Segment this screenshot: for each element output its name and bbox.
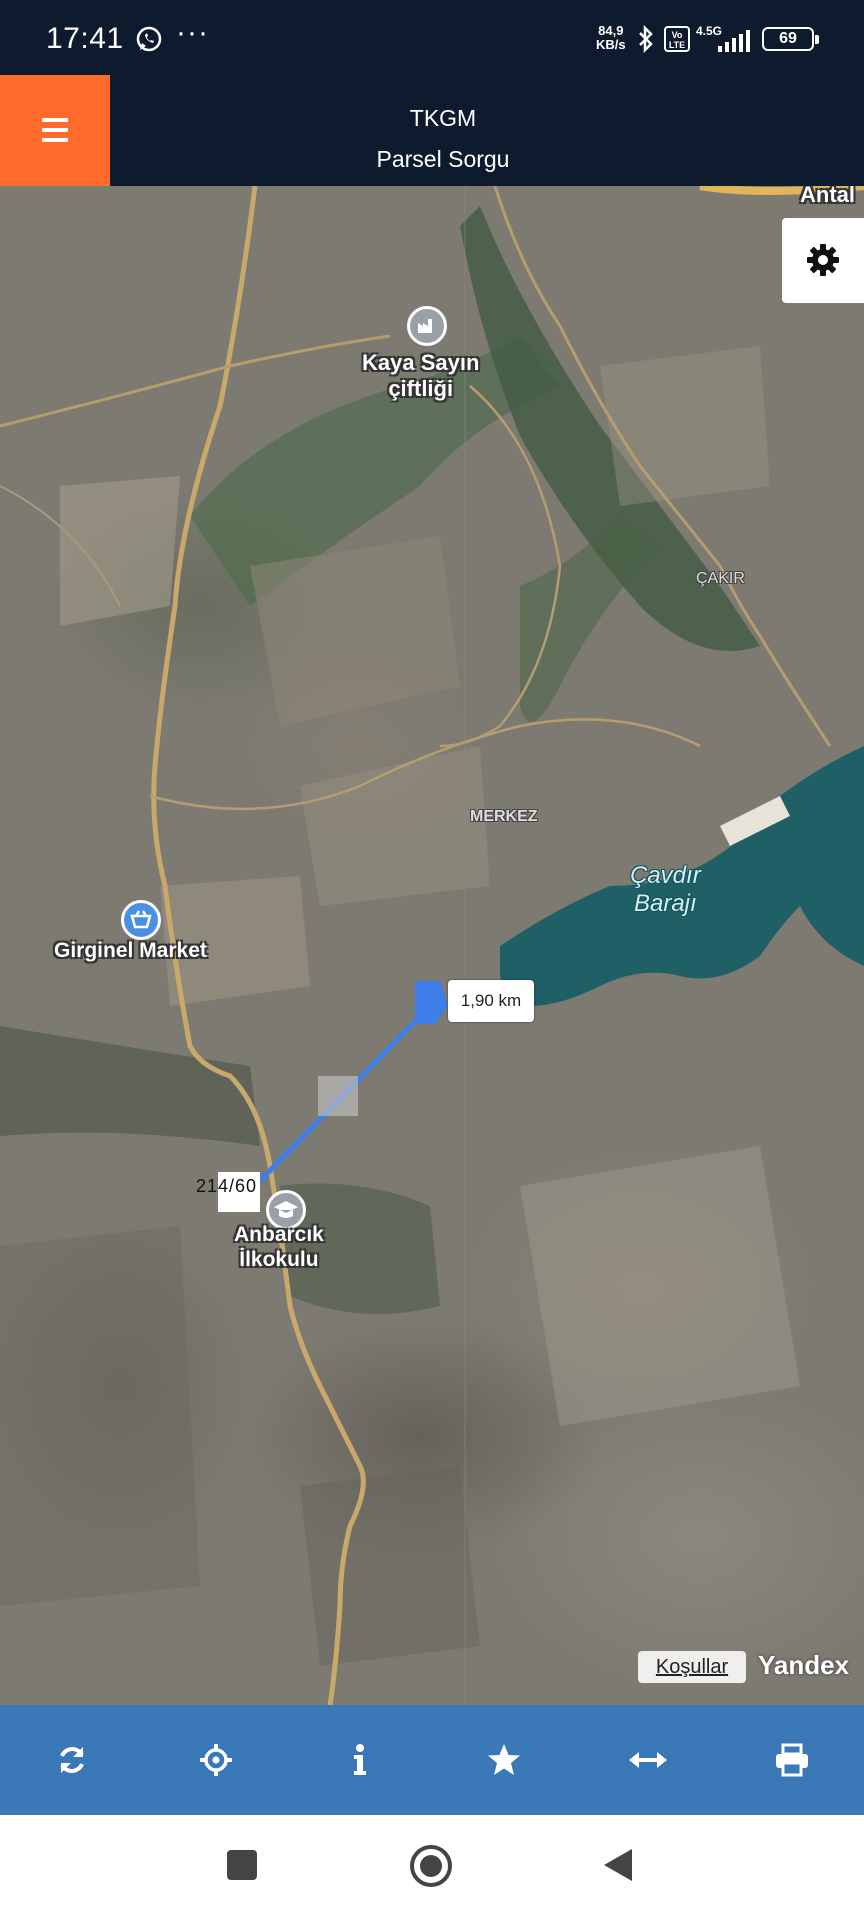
label-farm: Kaya Sayın çiftliği <box>362 350 480 401</box>
label-dam: Çavdır Barajı <box>630 862 701 917</box>
label-antal: Antal <box>800 186 855 207</box>
locate-icon <box>200 1744 232 1776</box>
label-school: Anbarcık İlkokulu <box>234 1223 324 1271</box>
back-icon[interactable] <box>602 1847 634 1883</box>
refresh-button[interactable] <box>0 1705 144 1815</box>
signal-icon <box>718 30 750 52</box>
distance-label: 1,90 km <box>448 980 534 1022</box>
measure-icon <box>629 1752 667 1768</box>
terms-link[interactable]: Koşullar <box>638 1651 746 1683</box>
recents-icon[interactable] <box>226 1849 258 1881</box>
parcel-number: 214/60 <box>196 1176 258 1196</box>
favorite-button[interactable] <box>432 1705 576 1815</box>
locate-button[interactable] <box>144 1705 288 1815</box>
label-merkez: MERKEZ <box>470 808 538 825</box>
label-cakir: ÇAKIR <box>696 570 745 587</box>
yandex-logo: Yandex <box>758 1650 850 1680</box>
gear-icon <box>807 244 839 276</box>
bottom-toolbar <box>0 1705 864 1815</box>
header-titles: TKGM Parsel Sorgu <box>110 75 776 186</box>
info-icon <box>354 1744 366 1775</box>
map-view[interactable]: Kaya Sayın çiftliği ÇAKIR MERKEZ Çavdır … <box>0 186 864 1705</box>
hamburger-icon <box>42 118 68 142</box>
label-market: Girginel Market <box>54 939 207 962</box>
system-nav-bar <box>0 1815 864 1920</box>
page-subtitle: Parsel Sorgu <box>376 146 510 172</box>
refresh-icon <box>60 1747 84 1773</box>
measure-button[interactable] <box>576 1705 720 1815</box>
menu-button[interactable] <box>0 75 110 186</box>
print-button[interactable] <box>720 1705 864 1815</box>
more-notifications-icon: ··· <box>176 16 209 49</box>
factory-icon[interactable] <box>407 306 447 346</box>
page-title: TKGM <box>409 105 477 131</box>
market-icon[interactable] <box>121 900 161 940</box>
print-icon <box>776 1743 808 1777</box>
status-time: 17:41 <box>46 22 124 55</box>
app-header: TKGM Parsel Sorgu <box>0 75 864 186</box>
network-speed: 84,9 KB/s <box>596 23 626 52</box>
star-icon <box>488 1744 520 1775</box>
status-bar: 17:41 ··· 84,9 KB/s Vo LTE 4.5G 69 <box>0 0 864 75</box>
battery-icon: 69 <box>762 27 819 51</box>
map-settings-button[interactable] <box>782 218 864 303</box>
home-icon[interactable] <box>408 1843 454 1889</box>
volte-icon: Vo LTE <box>664 26 690 52</box>
whatsapp-icon <box>136 26 162 52</box>
bluetooth-icon <box>639 25 653 53</box>
info-button[interactable] <box>288 1705 432 1815</box>
